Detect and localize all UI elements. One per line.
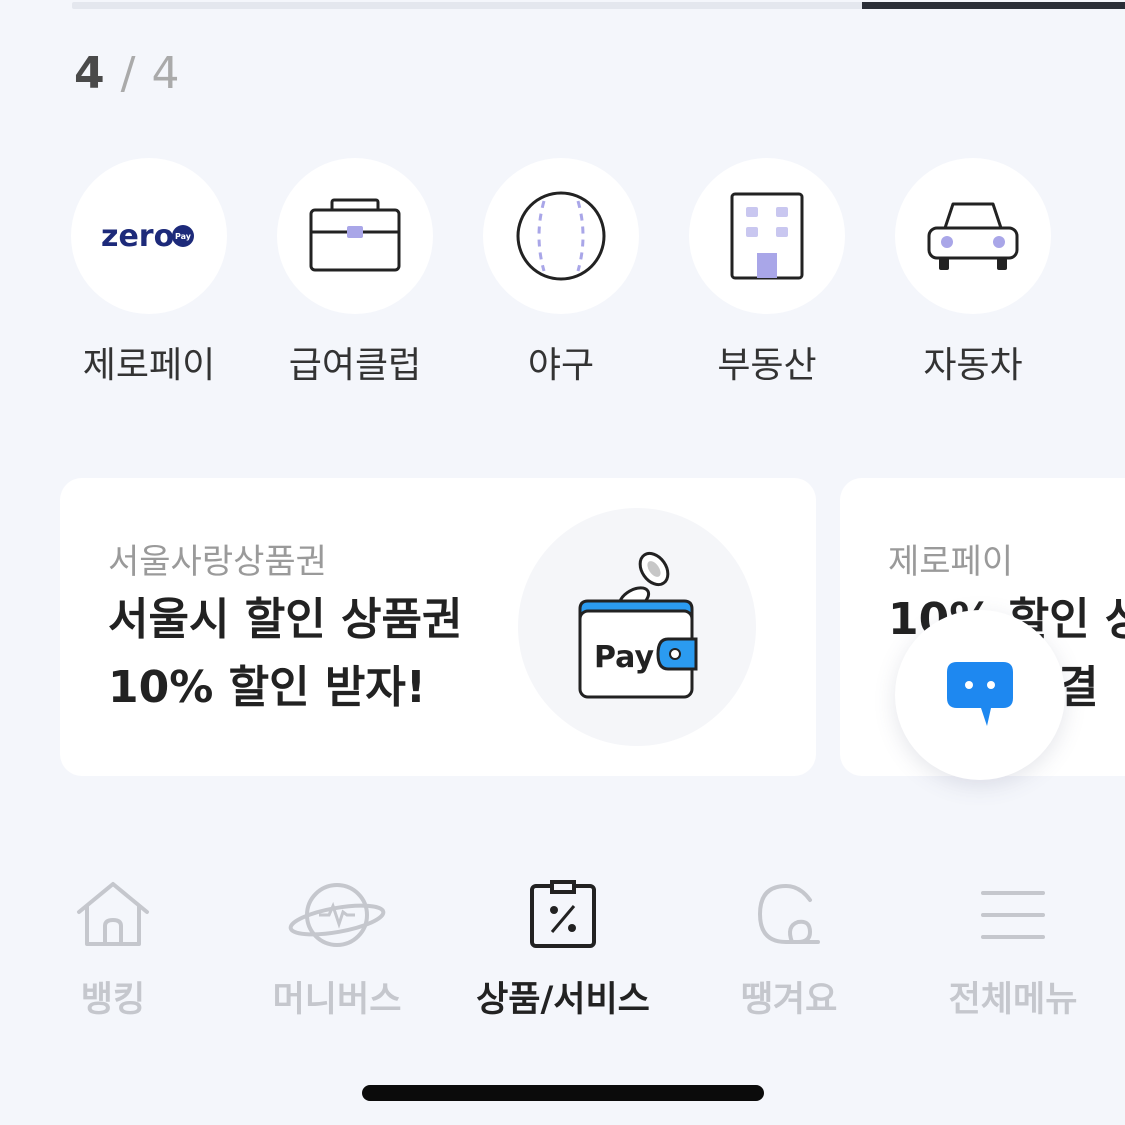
quick-menu-item-real-estate[interactable]: 부동산 <box>664 158 870 388</box>
promo-card-subtitle: 제로페이 <box>888 542 1014 582</box>
zeropay-logo-icon: zero Pay <box>71 158 227 314</box>
page-separator: / <box>120 48 137 99</box>
building-icon <box>689 158 845 314</box>
ttaengyeoyo-icon <box>684 875 894 955</box>
product-service-icon <box>458 875 668 955</box>
quick-menu-label: 부동산 <box>717 345 817 386</box>
zeropay-logo-text: zero <box>101 219 174 254</box>
quick-menu-label: 급여클럽 <box>288 345 422 386</box>
tab-ttaengyeoyo[interactable]: 땡겨요 <box>684 875 894 1022</box>
tab-label: 머니버스 <box>272 980 402 1020</box>
tab-moneyverse[interactable]: 머니버스 <box>232 875 442 1022</box>
tab-label: 상품/서비스 <box>476 980 650 1020</box>
briefcase-icon <box>277 158 433 314</box>
quick-menu-label: 제로페이 <box>82 345 216 386</box>
promo-card-title-line2: 10% 할인 받자! <box>108 662 426 713</box>
chat-button[interactable] <box>895 610 1065 780</box>
tab-all-menu[interactable]: 전체메뉴 <box>908 875 1118 1022</box>
tab-label: 전체메뉴 <box>948 980 1078 1020</box>
bottom-tab-bar: 뱅킹 머니버스 상품/서비스 땡겨요 전체메뉴 <box>0 845 1125 1125</box>
home-icon <box>8 875 218 955</box>
baseball-icon <box>483 158 639 314</box>
quick-menu-item-car[interactable]: 자동차 <box>870 158 1076 388</box>
pager-progress-fill <box>861 2 1125 9</box>
promo-card-subtitle: 서울사랑상품권 <box>108 542 327 582</box>
page-counter: 4 / 4 <box>74 48 180 99</box>
car-icon <box>895 158 1051 314</box>
hamburger-menu-icon <box>908 875 1118 955</box>
quick-menu-label: 자동차 <box>923 345 1023 386</box>
home-indicator[interactable] <box>362 1085 764 1101</box>
promo-card-seoul-voucher[interactable]: 서울사랑상품권 서울시 할인 상품권 10% 할인 받자! Pay <box>60 478 816 776</box>
quick-menu-label: 야구 <box>527 345 595 386</box>
quick-menu-item-baseball[interactable]: 야구 <box>458 158 664 388</box>
planet-icon <box>232 875 442 955</box>
zeropay-logo-badge: Pay <box>175 232 192 241</box>
wallet-pay-text: Pay <box>594 640 655 675</box>
promo-card-title-line1: 서울시 할인 상품권 <box>108 594 463 645</box>
page-total: 4 <box>151 48 181 99</box>
pager-progress-bar <box>72 2 1125 9</box>
page-current: 4 <box>74 48 106 99</box>
promo-card-title: 서울시 할인 상품권 10% 할인 받자! <box>108 586 462 722</box>
chat-bubble-icon <box>947 662 1013 726</box>
tab-label: 땡겨요 <box>740 980 838 1020</box>
tab-banking[interactable]: 뱅킹 <box>8 875 218 1022</box>
quick-menu-item-zeropay[interactable]: zero Pay 제로페이 <box>46 158 252 388</box>
tab-product-service[interactable]: 상품/서비스 <box>458 875 668 1022</box>
quick-menu-row: zero Pay 제로페이 급여클럽 야구 부동산 자동차 <box>0 158 1125 398</box>
quick-menu-item-salary-club[interactable]: 급여클럽 <box>252 158 458 388</box>
tab-label: 뱅킹 <box>80 980 146 1020</box>
wallet-pay-icon: Pay <box>518 508 756 746</box>
